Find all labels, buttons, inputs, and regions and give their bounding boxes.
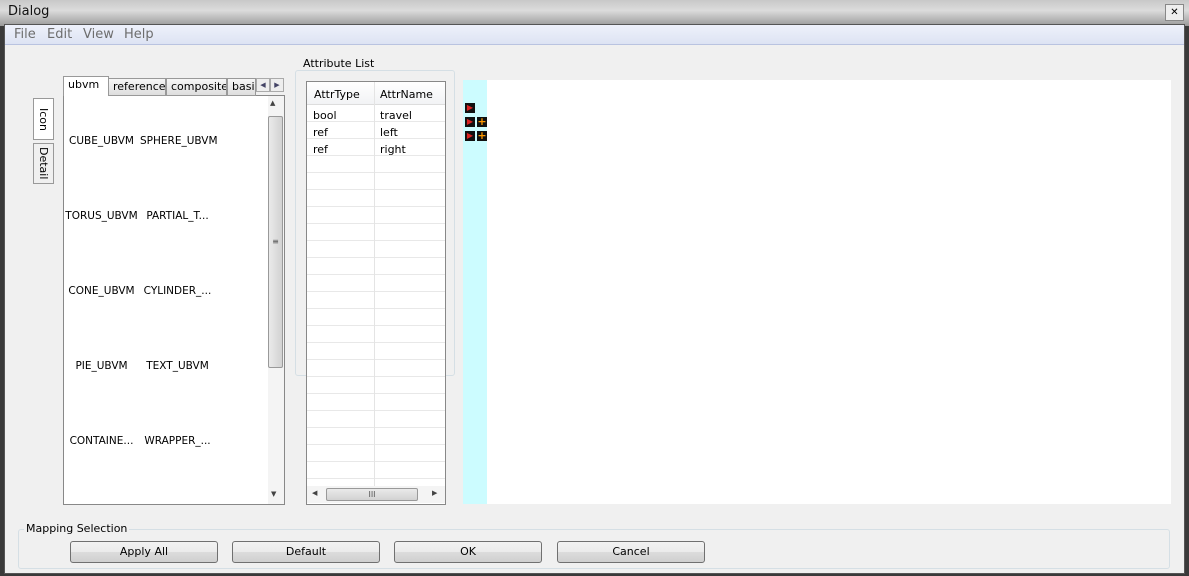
side-tab-icon[interactable]: Icon	[33, 98, 54, 140]
scroll-down-icon[interactable]: ▼	[271, 490, 276, 498]
cell-attrname[interactable]: right	[380, 143, 406, 156]
mapping-selection-title: Mapping Selection	[24, 522, 130, 535]
play-icon[interactable]: ▶	[465, 117, 475, 127]
icon-item[interactable]: PIE_UBVM	[64, 360, 139, 372]
icon-item[interactable]: TEXT_UBVM	[140, 360, 215, 372]
icon-item[interactable]: CYLINDER_...	[140, 285, 215, 297]
close-icon[interactable]: ✕	[1165, 4, 1184, 21]
scrollbar-thumb[interactable]: ≡	[268, 116, 283, 368]
default-button[interactable]: Default	[232, 541, 380, 563]
title-bar	[0, 0, 1189, 26]
tab-scroll-right-icon[interactable]: ▶	[270, 78, 284, 92]
cell-attrname[interactable]: travel	[380, 109, 412, 122]
cell-attrname[interactable]: left	[380, 126, 398, 139]
tab-composite[interactable]: composite	[166, 78, 227, 96]
icon-item[interactable]: SPHERE_UBVM	[140, 135, 218, 147]
scroll-up-icon[interactable]: ▲	[270, 99, 275, 107]
menu-help[interactable]: Help	[124, 27, 154, 42]
scroll-right-icon[interactable]: ▶	[432, 489, 437, 497]
icon-item[interactable]: CUBE_UBVM	[64, 135, 139, 147]
column-divider	[374, 82, 375, 486]
tab-scroll-left-icon[interactable]: ◀	[256, 78, 270, 92]
tab-basic[interactable]: basic	[227, 78, 256, 96]
cell-attrtype[interactable]: bool	[313, 109, 337, 122]
menu-edit[interactable]: Edit	[47, 27, 72, 42]
play-icon[interactable]: ▶	[465, 131, 475, 141]
column-header-attrname[interactable]: AttrName	[380, 88, 433, 101]
menu-file[interactable]: File	[14, 27, 36, 42]
icon-item[interactable]: CONE_UBVM	[64, 285, 139, 297]
icon-item[interactable]: TORUS_UBVM	[64, 210, 139, 222]
menu-view[interactable]: View	[83, 27, 114, 42]
icon-item[interactable]: PARTIAL_T...	[140, 210, 215, 222]
attribute-list-title: Attribute List	[301, 57, 377, 70]
tab-reference[interactable]: reference	[108, 78, 166, 96]
mapping-canvas[interactable]	[487, 80, 1171, 504]
plus-icon[interactable]: +	[477, 116, 487, 127]
scroll-left-icon[interactable]: ◀	[312, 489, 317, 497]
ok-button[interactable]: OK	[394, 541, 542, 563]
canvas-strip	[463, 80, 487, 504]
side-tab-detail[interactable]: Detail	[33, 143, 54, 184]
tab-ubvm[interactable]: ubvm	[63, 76, 109, 96]
apply-all-button[interactable]: Apply All	[70, 541, 218, 563]
window-title: Dialog	[8, 4, 50, 19]
horizontal-scrollbar-thumb[interactable]: III	[326, 488, 418, 501]
icon-item[interactable]: CONTAINE...	[64, 435, 139, 447]
cancel-button[interactable]: Cancel	[557, 541, 705, 563]
menu-bar: File Edit View Help	[5, 25, 1184, 45]
plus-icon[interactable]: +	[477, 130, 487, 141]
play-icon[interactable]: ▶	[465, 103, 475, 113]
column-header-attrtype[interactable]: AttrType	[314, 88, 360, 101]
cell-attrtype[interactable]: ref	[313, 126, 328, 139]
cell-attrtype[interactable]: ref	[313, 143, 328, 156]
icon-item[interactable]: WRAPPER_...	[140, 435, 215, 447]
